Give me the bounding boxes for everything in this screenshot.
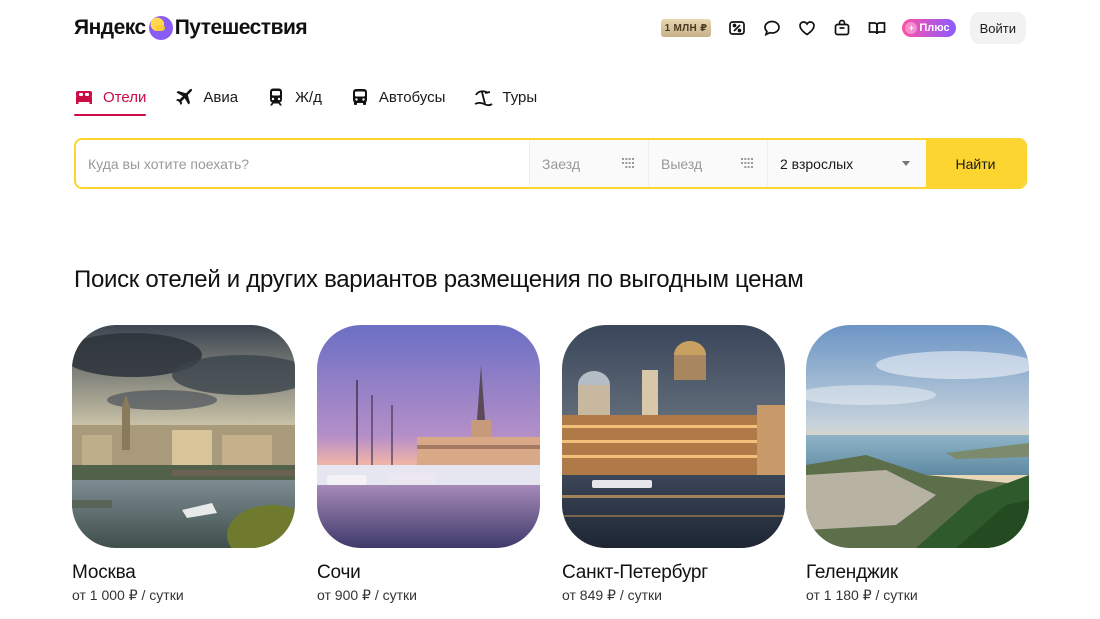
logo[interactable]: Яндекс Путешествия (74, 16, 308, 40)
city-image[interactable] (317, 325, 540, 548)
city-price: от 849 ₽ / сутки (562, 587, 662, 603)
plus-badge[interactable]: + Плюс (902, 19, 956, 37)
destination-field[interactable] (76, 140, 530, 187)
tab-label: Автобусы (378, 88, 446, 106)
tour-icon (473, 87, 493, 107)
destination-input[interactable] (88, 155, 529, 172)
guests-value: 2 взрослых (780, 155, 854, 172)
discount-icon[interactable] (727, 18, 747, 38)
header-actions: 1 МЛН ₽ + Плюс Войти (660, 12, 1026, 44)
book-icon[interactable] (867, 18, 887, 38)
city-price: от 1 180 ₽ / сутки (806, 587, 918, 603)
calendar-icon (622, 158, 634, 168)
heart-icon[interactable] (797, 18, 817, 38)
city-name: Геленджик (806, 562, 899, 583)
plane-icon (174, 87, 194, 107)
bag-icon[interactable] (832, 18, 852, 38)
checkout-label: Выезд (661, 155, 703, 172)
chevron-down-icon (902, 161, 910, 166)
destination-card-moscow[interactable]: Москва от 1 000 ₽ / сутки (72, 325, 295, 604)
city-image[interactable] (72, 325, 295, 548)
plus-icon: + (905, 22, 918, 34)
logo-travel: Путешествия (174, 16, 308, 39)
million-badge[interactable]: 1 МЛН ₽ (660, 19, 712, 37)
city-name: Москва (72, 562, 136, 583)
city-image[interactable] (562, 325, 785, 548)
city-price: от 900 ₽ / сутки (317, 587, 417, 603)
tab-train[interactable]: Ж/д (266, 84, 322, 110)
city-price: от 1 000 ₽ / сутки (72, 587, 184, 603)
destination-card-spb[interactable]: Санкт-Петербург от 849 ₽ / сутки (562, 325, 785, 604)
train-icon (266, 87, 286, 107)
page-title: Поиск отелей и других вариантов размещен… (74, 266, 804, 293)
city-image[interactable] (806, 325, 1029, 548)
destination-card-gelendzhik[interactable]: Геленджик от 1 180 ₽ / сутки (806, 325, 1029, 604)
checkout-field[interactable]: Выезд (649, 140, 768, 187)
destination-cards: Москва от 1 000 ₽ / сутки Сочи от 900 ₽ … (72, 325, 1030, 615)
tab-label: Авиа (203, 88, 239, 106)
tab-avia[interactable]: Авиа (174, 84, 238, 110)
plus-label: Плюс (919, 22, 950, 34)
bus-icon (350, 87, 370, 107)
tab-label: Ж/д (295, 88, 322, 106)
logo-yandex: Яндекс (74, 16, 146, 39)
city-name: Санкт-Петербург (562, 562, 709, 583)
tab-tours[interactable]: Туры (473, 84, 537, 110)
chat-icon[interactable] (762, 18, 782, 38)
tab-hotels[interactable]: Отели (74, 84, 147, 116)
calendar-icon (741, 158, 753, 168)
search-form: Заезд Выезд 2 взрослых Найти (74, 138, 1027, 189)
login-button[interactable]: Войти (969, 12, 1026, 44)
checkin-label: Заезд (542, 155, 581, 172)
tab-label: Туры (502, 88, 538, 106)
find-button[interactable]: Найти (926, 140, 1025, 187)
destination-card-sochi[interactable]: Сочи от 900 ₽ / сутки (317, 325, 540, 604)
bed-icon (74, 87, 94, 107)
tab-label: Отели (103, 88, 147, 106)
service-tabs: Отели Авиа Ж/д Автобусы Туры (74, 84, 565, 116)
tab-bus[interactable]: Автобусы (350, 84, 446, 110)
city-name: Сочи (317, 562, 361, 583)
globe-icon (148, 16, 173, 40)
header: Яндекс Путешествия 1 МЛН ₽ + Плюс Войти (74, 10, 1026, 46)
checkin-field[interactable]: Заезд (530, 140, 649, 187)
guests-select[interactable]: 2 взрослых (768, 140, 926, 187)
